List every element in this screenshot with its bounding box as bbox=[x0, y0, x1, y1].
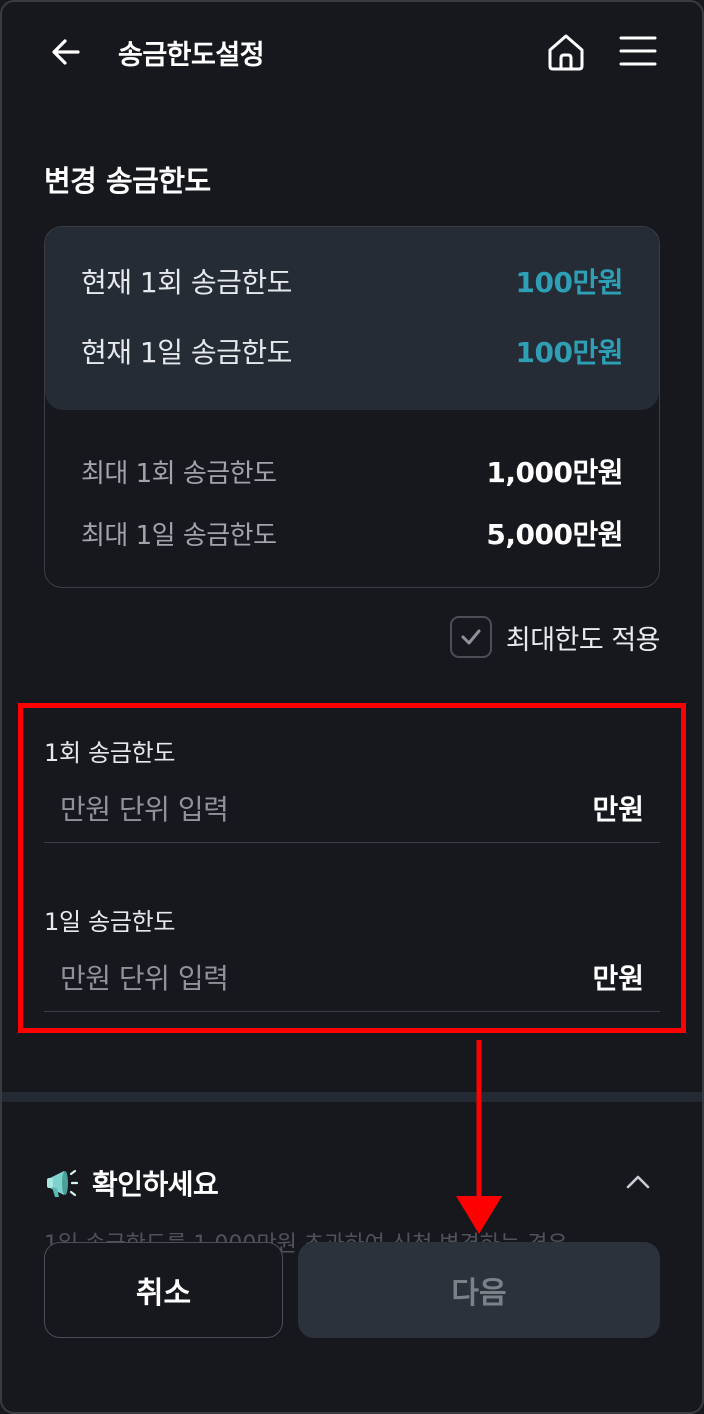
app-header: 송금한도설정 bbox=[0, 0, 704, 104]
max-single-limit-row: 최대 1회 송금한도 1,000만원 bbox=[81, 451, 623, 491]
next-button[interactable]: 다음 bbox=[298, 1242, 660, 1338]
menu-button[interactable] bbox=[618, 33, 658, 69]
current-single-limit-value: 100만원 bbox=[515, 266, 624, 299]
cancel-button[interactable]: 취소 bbox=[44, 1242, 283, 1338]
home-icon bbox=[548, 34, 584, 71]
home-button[interactable] bbox=[546, 32, 586, 72]
current-daily-limit-row: 현재 1일 송금한도 100만원 bbox=[81, 331, 624, 371]
max-apply-option[interactable]: 최대한도 적용 bbox=[449, 616, 661, 658]
max-apply-checkbox[interactable] bbox=[449, 616, 492, 658]
arrow-left-icon bbox=[52, 39, 80, 65]
max-daily-limit-row: 최대 1일 송금한도 5,000만원 bbox=[81, 513, 623, 553]
current-limits-panel: 현재 1회 송금한도 100만원 현재 1일 송금한도 100만원 bbox=[45, 227, 659, 410]
section-title: 변경 송금한도 bbox=[44, 164, 211, 198]
current-single-limit-label: 현재 1회 송금한도 bbox=[81, 266, 292, 299]
limit-summary-card: 현재 1회 송금한도 100만원 현재 1일 송금한도 100만원 최대 1회 … bbox=[44, 226, 660, 588]
chevron-up-icon[interactable] bbox=[620, 1164, 656, 1200]
notice-title: 확인하세요 bbox=[92, 1168, 219, 1201]
current-daily-limit-label: 현재 1일 송금한도 bbox=[81, 336, 292, 369]
page-title: 송금한도설정 bbox=[118, 40, 265, 71]
max-single-limit-value: 1,000만원 bbox=[486, 456, 623, 489]
max-single-limit-label: 최대 1회 송금한도 bbox=[81, 458, 277, 489]
annotation-highlight-box bbox=[18, 703, 686, 1033]
checkmark-icon bbox=[461, 629, 481, 645]
max-daily-limit-label: 최대 1일 송금한도 bbox=[81, 520, 277, 551]
current-daily-limit-value: 100만원 bbox=[515, 336, 624, 369]
hamburger-menu-icon bbox=[619, 36, 657, 66]
current-single-limit-row: 현재 1회 송금한도 100만원 bbox=[81, 261, 624, 301]
section-divider bbox=[0, 1092, 704, 1102]
megaphone-icon bbox=[47, 1169, 79, 1197]
max-daily-limit-value: 5,000만원 bbox=[486, 518, 623, 551]
max-apply-label: 최대한도 적용 bbox=[505, 624, 661, 656]
notice-header[interactable]: 확인하세요 bbox=[44, 1158, 660, 1208]
back-button[interactable] bbox=[48, 34, 84, 70]
